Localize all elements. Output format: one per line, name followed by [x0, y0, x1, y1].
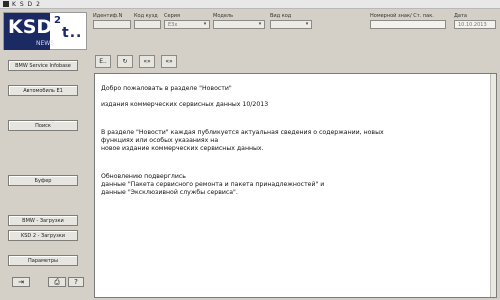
window-title: K S D 2 [12, 1, 41, 8]
logo-brand: KSD [8, 16, 53, 38]
plate-field[interactable] [370, 20, 446, 29]
update-line-2: данные "Пакета сервисного ремонта и паке… [101, 181, 325, 188]
vin-label: Идентиф.N [93, 13, 123, 19]
print-icon: ⎙ [54, 278, 60, 286]
update-line-1: Обновлению подверглись [101, 173, 186, 180]
info-line-1: В разделе "Новости" каждая публикуется а… [101, 129, 384, 136]
update-line-3: данные "Эксклюзивной службы сервиса". [101, 189, 238, 196]
settings-button[interactable]: Параметры [8, 255, 78, 266]
series-label: Серия [164, 13, 180, 19]
body-code-label: Код кузд [134, 13, 158, 19]
search-button[interactable]: Поиск [8, 120, 78, 131]
news-content-panel: Добро пожаловать в разделе "Новости" изд… [94, 73, 497, 298]
vin-field[interactable] [93, 20, 131, 29]
body-code-field[interactable] [134, 20, 161, 29]
vertical-scrollbar[interactable] [490, 74, 496, 297]
vehicle-button[interactable]: Автомобиль E1 [8, 85, 78, 96]
forward-icon: «» [165, 58, 173, 65]
refresh-icon: ↻ [122, 58, 128, 65]
info-line-2: функциях или особых указаниях на [101, 137, 219, 144]
ksd2-logo: KSD 2 t.. NEWS [3, 12, 87, 50]
date-label: Дата [454, 13, 467, 19]
info-line-3: новое издание коммерческих сервисных дан… [101, 145, 264, 152]
app-icon [3, 1, 9, 7]
model-label: Модель [213, 13, 234, 19]
buffer-button[interactable]: Буфер [8, 175, 78, 186]
chevron-down-icon[interactable]: ▾ [304, 22, 310, 27]
edition-line: издания коммерческих сервисных данных 10… [101, 101, 269, 108]
back-icon: «» [143, 58, 151, 65]
title-bar: K S D 2 [0, 0, 500, 9]
ksd2-downloads-button[interactable]: KSD 2 - Загрузки [8, 230, 78, 241]
back-button[interactable]: «» [139, 55, 155, 68]
help-button[interactable]: ? [68, 277, 84, 287]
help-icon: ? [74, 278, 78, 286]
forward-button[interactable]: «» [161, 55, 177, 68]
model-select[interactable]: ▾ [213, 20, 265, 29]
print-button[interactable]: ⎙ [48, 277, 66, 287]
bmw-service-infobase-button[interactable]: BMW Service Infobase [8, 60, 78, 71]
logo-suffix: t.. [62, 25, 83, 41]
welcome-heading: Добро пожаловать в разделе "Новости" [101, 85, 232, 92]
refresh-button[interactable]: ↻ [117, 55, 133, 68]
type-code-label: Вид код [270, 13, 292, 19]
chevron-down-icon[interactable]: ▾ [257, 22, 263, 27]
type-code-select[interactable]: ▾ [270, 20, 312, 29]
bmw-downloads-button[interactable]: BMW - Загрузки [8, 215, 78, 226]
exit-icon: ⇥ [18, 278, 24, 286]
date-field[interactable]: 10.10.2013 [454, 20, 496, 29]
plate-label: Номерной знак/ Ст. пак. [370, 13, 434, 19]
logo-superscript: 2 [54, 15, 61, 26]
logo-news-label: NEWS [36, 40, 55, 47]
exit-button[interactable]: ⇥ [12, 277, 30, 287]
toolbar-button-e[interactable]: E.. [95, 55, 111, 68]
chevron-down-icon[interactable]: ▾ [202, 22, 208, 27]
series-select[interactable]: E3x ▾ [164, 20, 210, 29]
